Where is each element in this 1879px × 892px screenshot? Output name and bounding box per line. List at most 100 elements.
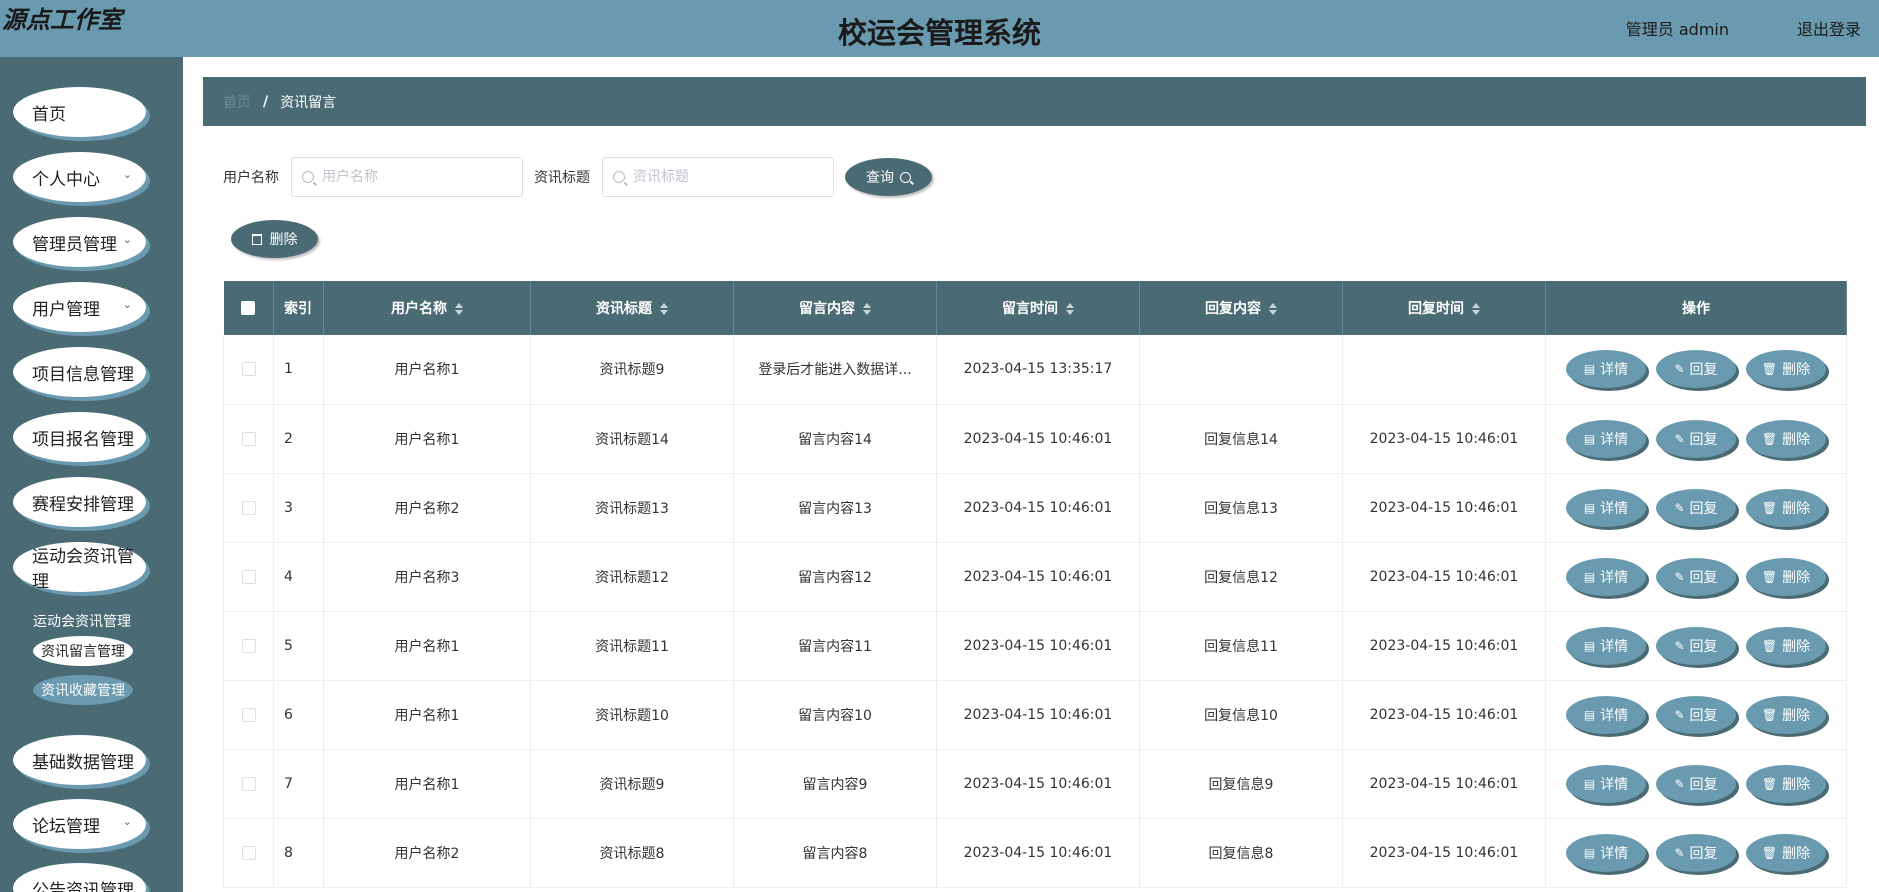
sidebar-item-base-data[interactable]: 基础数据管理 bbox=[13, 735, 146, 785]
column-header-comment-content[interactable]: 留言内容 bbox=[733, 281, 937, 335]
row-checkbox[interactable] bbox=[241, 776, 256, 791]
sidebar-item-admin-management[interactable]: 管理员管理 ⌄ bbox=[13, 217, 146, 267]
sidebar-subitem-news-favorites[interactable]: 资讯收藏管理 bbox=[33, 675, 133, 705]
delete-button[interactable]: 🗑 删除 bbox=[1746, 764, 1826, 803]
sort-icon[interactable] bbox=[660, 303, 668, 315]
sidebar-item-forum[interactable]: 论坛管理 ⌄ bbox=[13, 799, 146, 849]
cell-index: 8 bbox=[273, 818, 324, 887]
delete-button[interactable]: 🗑 删除 bbox=[1746, 488, 1826, 527]
row-checkbox[interactable] bbox=[241, 500, 256, 515]
sort-icon[interactable] bbox=[1066, 303, 1074, 315]
row-checkbox[interactable] bbox=[241, 707, 256, 722]
username-label: 用户名称 bbox=[223, 170, 279, 186]
title-search-input[interactable] bbox=[633, 169, 813, 185]
detail-button[interactable]: ▤ 详情 bbox=[1566, 626, 1646, 665]
row-select-cell[interactable] bbox=[223, 473, 274, 542]
reply-button[interactable]: ✎ 回复 bbox=[1656, 488, 1736, 527]
trash-icon: 🗑 bbox=[1761, 845, 1778, 860]
username-search-input[interactable] bbox=[322, 169, 502, 185]
detail-button[interactable]: ▤ 详情 bbox=[1566, 557, 1646, 596]
table-header-row: 索引 用户名称 资讯标题 留言内容 留言时间 回复内容 回复时间 操作 bbox=[223, 281, 1847, 335]
sidebar-item-project-signup[interactable]: 项目报名管理 bbox=[13, 412, 146, 462]
column-header-reply-time[interactable]: 回复时间 bbox=[1342, 281, 1546, 335]
detail-button[interactable]: ▤ 详情 bbox=[1566, 833, 1646, 872]
row-checkbox[interactable] bbox=[241, 569, 256, 584]
detail-button[interactable]: ▤ 详情 bbox=[1566, 695, 1646, 734]
edit-icon: ✎ bbox=[1674, 638, 1685, 653]
edit-icon: ✎ bbox=[1674, 431, 1685, 446]
row-select-cell[interactable] bbox=[223, 542, 274, 611]
detail-label: 详情 bbox=[1600, 845, 1629, 862]
reply-button[interactable]: ✎ 回复 bbox=[1656, 695, 1736, 734]
column-header-reply-content[interactable]: 回复内容 bbox=[1139, 281, 1343, 335]
sort-icon[interactable] bbox=[455, 303, 463, 315]
document-icon: ▤ bbox=[1583, 845, 1596, 860]
detail-label: 详情 bbox=[1600, 431, 1629, 448]
sidebar-item-project-info[interactable]: 项目信息管理 bbox=[13, 347, 146, 397]
sidebar-item-announcements[interactable]: 公告资讯管理 bbox=[13, 863, 146, 892]
title-search-field[interactable] bbox=[602, 157, 834, 197]
row-select-cell[interactable] bbox=[223, 404, 274, 473]
sidebar-subitem-news-comments[interactable]: 资讯留言管理 bbox=[33, 636, 133, 666]
sidebar-item-home[interactable]: 首页 bbox=[13, 87, 146, 137]
table-row: 4 用户名称3 资讯标题12 留言内容12 2023-04-15 10:46:01 回复信… bbox=[223, 542, 1847, 611]
batch-delete-button[interactable]: 删除 bbox=[231, 220, 318, 258]
column-header-news-title[interactable]: 资讯标题 bbox=[530, 281, 734, 335]
column-header-comment-time[interactable]: 留言时间 bbox=[936, 281, 1140, 335]
sidebar-item-label: 公告资讯管理 bbox=[32, 880, 134, 892]
row-checkbox[interactable] bbox=[241, 638, 256, 653]
sidebar-item-news-management[interactable]: 运动会资讯管理 bbox=[13, 542, 146, 592]
delete-label: 删除 bbox=[1782, 845, 1811, 862]
detail-button[interactable]: ▤ 详情 bbox=[1566, 764, 1646, 803]
column-header-label: 回复时间 bbox=[1408, 301, 1464, 317]
sidebar-subitem-news[interactable]: 运动会资讯管理 bbox=[33, 611, 131, 631]
username-search-field[interactable] bbox=[291, 157, 523, 197]
sort-icon[interactable] bbox=[1269, 303, 1277, 315]
breadcrumb-home[interactable]: 首页 bbox=[223, 92, 251, 112]
reply-button[interactable]: ✎ 回复 bbox=[1656, 419, 1736, 458]
row-select-cell[interactable] bbox=[223, 611, 274, 680]
delete-button[interactable]: 🗑 删除 bbox=[1746, 626, 1826, 665]
cell-actions: ▤ 详情 ✎ 回复 🗑 删除 bbox=[1545, 749, 1847, 818]
detail-button[interactable]: ▤ 详情 bbox=[1566, 488, 1646, 527]
delete-button[interactable]: 🗑 删除 bbox=[1746, 350, 1826, 389]
row-select-cell[interactable] bbox=[223, 749, 274, 818]
column-header-username[interactable]: 用户名称 bbox=[323, 281, 531, 335]
reply-button[interactable]: ✎ 回复 bbox=[1656, 833, 1736, 872]
cell-news-title: 资讯标题11 bbox=[530, 611, 734, 680]
sidebar-item-schedule[interactable]: 赛程安排管理 bbox=[13, 477, 146, 527]
select-all-header[interactable] bbox=[223, 281, 274, 335]
detail-label: 详情 bbox=[1600, 500, 1629, 517]
reply-button[interactable]: ✎ 回复 bbox=[1656, 557, 1736, 596]
cell-username: 用户名称3 bbox=[323, 542, 531, 611]
select-all-checkbox[interactable] bbox=[241, 301, 256, 315]
delete-button[interactable]: 🗑 删除 bbox=[1746, 695, 1826, 734]
sidebar-item-label: 赛程安排管理 bbox=[32, 494, 134, 515]
detail-label: 详情 bbox=[1600, 638, 1629, 655]
row-select-cell[interactable] bbox=[223, 680, 274, 749]
query-button[interactable]: 查询 bbox=[845, 158, 932, 196]
detail-button[interactable]: ▤ 详情 bbox=[1566, 350, 1646, 389]
reply-button[interactable]: ✎ 回复 bbox=[1656, 626, 1736, 665]
row-checkbox[interactable] bbox=[241, 362, 256, 377]
reply-button[interactable]: ✎ 回复 bbox=[1656, 350, 1736, 389]
delete-button[interactable]: 🗑 删除 bbox=[1746, 833, 1826, 872]
breadcrumb-separator: / bbox=[263, 93, 269, 110]
sidebar-item-personal-center[interactable]: 个人中心 ⌄ bbox=[13, 152, 146, 202]
row-select-cell[interactable] bbox=[223, 335, 274, 404]
row-checkbox[interactable] bbox=[241, 845, 256, 860]
cell-news-title: 资讯标题13 bbox=[530, 473, 734, 542]
row-select-cell[interactable] bbox=[223, 818, 274, 887]
sidebar-item-user-management[interactable]: 用户管理 ⌄ bbox=[13, 282, 146, 332]
cell-news-title: 资讯标题9 bbox=[530, 335, 734, 404]
row-checkbox[interactable] bbox=[241, 431, 256, 446]
delete-button[interactable]: 🗑 删除 bbox=[1746, 419, 1826, 458]
batch-delete-label: 删除 bbox=[269, 232, 298, 248]
sort-icon[interactable] bbox=[863, 303, 871, 315]
reply-button[interactable]: ✎ 回复 bbox=[1656, 764, 1736, 803]
delete-button[interactable]: 🗑 删除 bbox=[1746, 557, 1826, 596]
logout-link[interactable]: 退出登录 bbox=[1797, 16, 1861, 40]
cell-username: 用户名称1 bbox=[323, 335, 531, 404]
detail-button[interactable]: ▤ 详情 bbox=[1566, 419, 1646, 458]
sort-icon[interactable] bbox=[1472, 303, 1480, 315]
